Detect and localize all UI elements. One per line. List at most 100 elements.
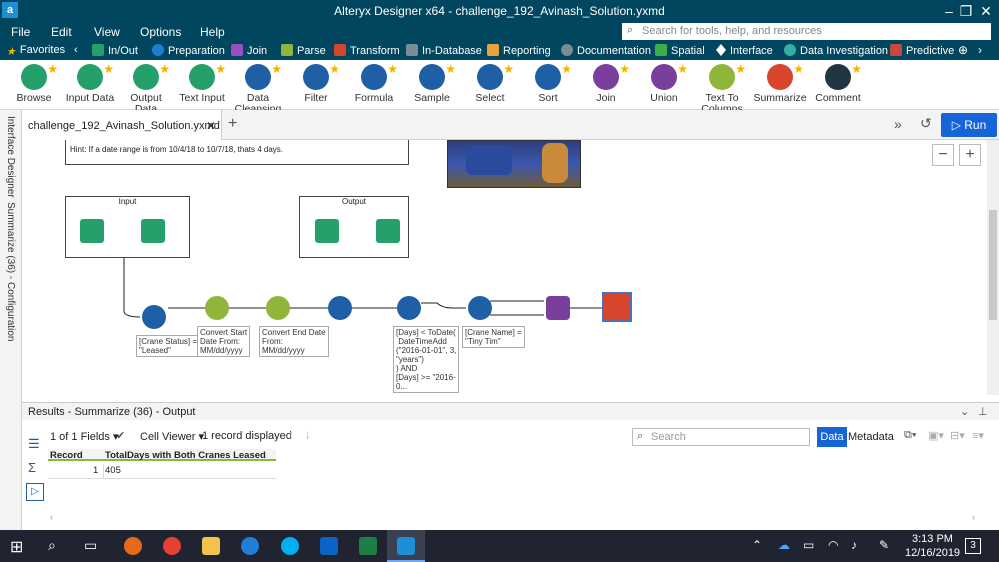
favorite-star-icon[interactable]: ★: [159, 63, 170, 75]
menu-view[interactable]: View: [94, 25, 120, 39]
add-category-icon[interactable]: ⊕: [958, 43, 968, 57]
arrow-down-icon[interactable]: ↓: [305, 429, 311, 441]
expand-icon[interactable]: »: [894, 116, 902, 132]
taskbar-search-icon[interactable]: ⌕: [48, 537, 56, 554]
global-search-input[interactable]: ⌕ Search for tools, help, and resources: [622, 23, 991, 40]
copy-icon[interactable]: ⧉▾: [904, 429, 916, 442]
close-tab-icon[interactable]: ✕: [206, 119, 216, 133]
favorite-star-icon[interactable]: ★: [103, 63, 114, 75]
data-tab-button[interactable]: Data: [817, 427, 847, 447]
tool-comment[interactable]: ★ Comment: [810, 63, 866, 104]
zoom-out-button[interactable]: −: [932, 144, 954, 166]
category-predictive[interactable]: Predictive: [890, 44, 954, 57]
table-row[interactable]: 1 405: [48, 464, 276, 479]
tool-summarize[interactable]: ★ Summarize: [752, 63, 808, 104]
category-reporting[interactable]: Reporting: [487, 44, 551, 57]
column-record[interactable]: Record: [50, 450, 83, 461]
document-tab[interactable]: challenge_192_Avinash_Solution.yxmd ✕: [22, 110, 222, 140]
save-icon[interactable]: ▣▾: [928, 429, 944, 442]
scroll-right-icon[interactable]: ›: [978, 43, 982, 57]
favorite-star-icon[interactable]: ★: [387, 63, 398, 75]
wifi-icon[interactable]: ◠: [828, 538, 838, 552]
scroll-left-arrow-icon[interactable]: ‹: [50, 512, 53, 522]
category-join[interactable]: Join: [231, 44, 267, 57]
favorite-star-icon[interactable]: ★: [47, 63, 58, 75]
chrome-icon[interactable]: [163, 537, 181, 555]
category-interface[interactable]: Interface: [716, 44, 773, 57]
collapse-icon[interactable]: ⌄: [960, 405, 969, 418]
category-data-investigation[interactable]: Data Investigation: [784, 44, 888, 57]
tool-sort[interactable]: ★ Sort: [520, 63, 576, 104]
favorite-star-icon[interactable]: ★: [215, 63, 226, 75]
windows-start-icon[interactable]: ⊞: [10, 537, 23, 557]
maximize-button[interactable]: ❐: [957, 2, 975, 20]
arrow-up-icon[interactable]: ↑: [288, 429, 294, 441]
tool-browse[interactable]: ★ Browse: [6, 63, 62, 104]
action-center-icon[interactable]: 3: [965, 538, 981, 554]
summarize-node-selected[interactable]: [602, 292, 632, 322]
tool-formula[interactable]: ★ Formula: [346, 63, 402, 104]
zoom-in-button[interactable]: +: [959, 144, 981, 166]
hint-comment[interactable]: Hint: If a date range is from 10/4/18 to…: [65, 140, 409, 165]
favorite-star-icon[interactable]: ★: [619, 63, 630, 75]
cell-viewer-dropdown[interactable]: Cell Viewer ▾: [140, 430, 204, 443]
tool-input-data[interactable]: ★ Input Data: [62, 63, 118, 104]
favorite-star-icon[interactable]: ★: [271, 63, 282, 75]
menu-file[interactable]: File: [11, 25, 30, 39]
menu-help[interactable]: Help: [200, 25, 225, 39]
filter-node-crane-status[interactable]: [142, 305, 166, 329]
tool-join[interactable]: ★ Join: [578, 63, 634, 104]
category-spatial[interactable]: Spatial: [655, 44, 705, 57]
category-parse[interactable]: Parse: [281, 44, 326, 57]
pin-icon[interactable]: ⊥: [978, 405, 988, 418]
battery-icon[interactable]: ▭: [803, 538, 814, 552]
configuration-tab[interactable]: Summarize (36) - Configuration: [5, 202, 16, 342]
join-node[interactable]: [546, 296, 570, 320]
browse-node-2[interactable]: [376, 219, 400, 243]
column-total-days[interactable]: TotalDays with Both Cranes Leased: [105, 450, 266, 461]
firefox-icon[interactable]: [124, 537, 142, 555]
category-transform[interactable]: Transform: [334, 44, 400, 57]
tool-text-input[interactable]: ★ Text Input: [174, 63, 230, 104]
volume-icon[interactable]: ♪: [851, 538, 857, 552]
input-data-node-2[interactable]: [315, 219, 339, 243]
category-documentation[interactable]: Documentation: [561, 44, 651, 57]
favorite-star-icon[interactable]: ★: [503, 63, 514, 75]
file-explorer-icon[interactable]: [202, 537, 220, 555]
category-inout[interactable]: In/Out: [92, 44, 138, 57]
clock-date[interactable]: 12/16/2019: [905, 547, 960, 559]
tool-filter[interactable]: ★ Filter: [288, 63, 344, 104]
results-search-input[interactable]: ⌕ Search: [632, 428, 810, 446]
browse-node[interactable]: [141, 219, 165, 243]
results-horizontal-scrollbar[interactable]: ‹ ›: [48, 512, 983, 524]
workflow-canvas[interactable]: Hint: If a date range is from 10/4/18 to…: [22, 140, 987, 395]
interface-designer-tab[interactable]: Interface Designer: [5, 116, 16, 198]
favorite-star-icon[interactable]: ★: [677, 63, 688, 75]
clock-time[interactable]: 3:13 PM: [912, 533, 953, 545]
task-view-icon[interactable]: ▭: [84, 537, 97, 554]
outlook-icon[interactable]: [320, 537, 338, 555]
datetime-node-start[interactable]: [205, 296, 229, 320]
tool-select[interactable]: ★ Select: [462, 63, 518, 104]
menu-edit[interactable]: Edit: [51, 25, 72, 39]
favorite-star-icon[interactable]: ★: [445, 63, 456, 75]
run-button[interactable]: ▷ Run: [941, 113, 997, 137]
scroll-left-icon[interactable]: ‹: [74, 44, 78, 56]
fields-dropdown[interactable]: 1 of 1 Fields ▾: [50, 430, 119, 443]
show-hidden-icons[interactable]: ⌃: [752, 538, 762, 552]
add-tab-button[interactable]: +: [228, 115, 237, 133]
layout-icon[interactable]: ⊟▾: [950, 429, 965, 442]
filter-node-days[interactable]: [397, 296, 421, 320]
close-window-button[interactable]: ✕: [977, 2, 995, 20]
tool-sample[interactable]: ★ Sample: [404, 63, 460, 104]
favorite-star-icon[interactable]: ★: [561, 63, 572, 75]
tool-data-cleansing[interactable]: ★ Data Cleansing: [230, 63, 286, 115]
category-indatabase[interactable]: In-Database: [406, 44, 482, 57]
menu-options[interactable]: Options: [140, 25, 181, 39]
excel-icon[interactable]: [359, 537, 377, 555]
tool-text-to-columns[interactable]: ★ Text To Columns: [694, 63, 750, 115]
pen-icon[interactable]: ✎: [879, 538, 889, 552]
generate-rows-node[interactable]: [328, 296, 352, 320]
tool-output-data[interactable]: ★ Output Data: [118, 63, 174, 115]
filter-node-crane-name[interactable]: [468, 296, 492, 320]
